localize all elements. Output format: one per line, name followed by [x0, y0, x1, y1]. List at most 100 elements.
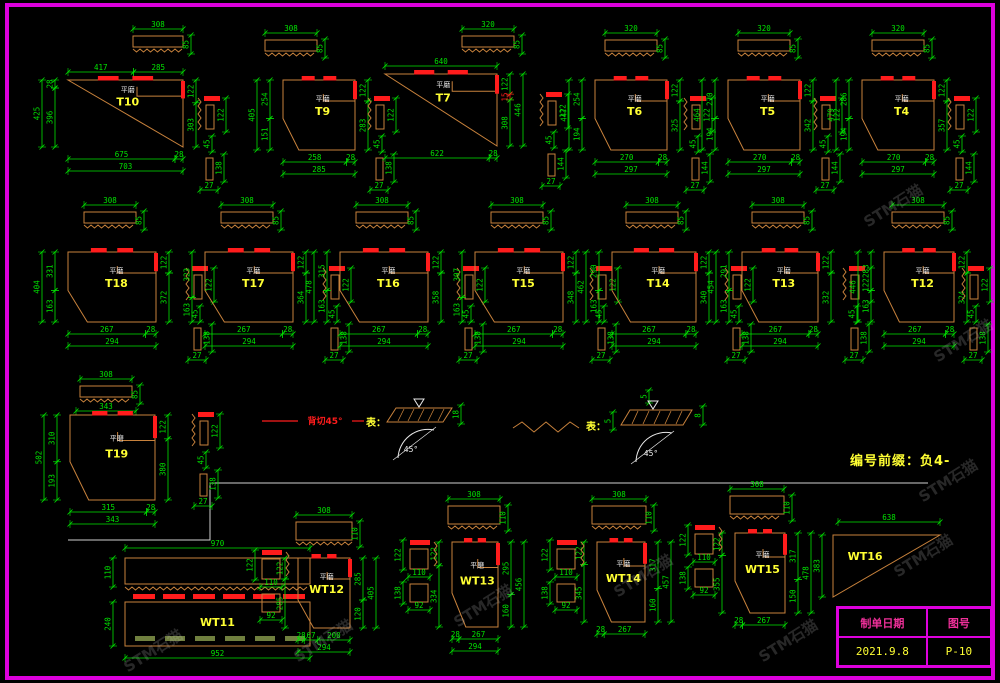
dim-label: 122: [501, 77, 510, 91]
red-edge-strip: [561, 253, 565, 271]
dim-label: 122: [432, 256, 441, 270]
dim-label: 28: [658, 153, 668, 162]
zigzag-edge: [448, 526, 497, 529]
hatch-strip: [296, 522, 352, 540]
dim-label: 28: [809, 325, 819, 334]
panel-id-label: T4: [894, 105, 910, 118]
dim-label: 45: [203, 139, 212, 148]
dim-label: 122: [394, 548, 403, 562]
title-date-label: 制单日期: [838, 608, 927, 637]
dim-label: 28: [489, 149, 499, 158]
red-edge-strip: [694, 253, 698, 271]
dim-label: 703: [119, 162, 133, 171]
title-sheet-value: P-10: [927, 637, 991, 666]
red-strip: [820, 96, 836, 101]
side-piece: [194, 328, 201, 350]
dim-label: 357: [938, 119, 947, 133]
side-piece: [692, 158, 699, 180]
dim-label: 45: [848, 309, 857, 318]
dim-label: 194: [840, 127, 849, 141]
dim-label: 45: [462, 309, 471, 318]
side-piece: [465, 328, 472, 350]
dim-label: 952: [211, 649, 225, 658]
panel-id-label: T17: [242, 277, 265, 290]
dim-label: 447: [560, 108, 569, 122]
side-piece: [822, 158, 829, 180]
dim-label: 622: [430, 149, 444, 158]
dim-label: 122: [342, 278, 351, 292]
dim-label: 122: [609, 278, 618, 292]
red-strip: [464, 538, 472, 543]
dim-label: 294: [647, 337, 661, 346]
squiggle-edge: [843, 268, 846, 300]
panel-id-label: T9: [315, 105, 330, 118]
dim-label: 144: [831, 161, 840, 175]
red-strip: [329, 266, 345, 271]
dim-label: 27: [690, 181, 699, 190]
zigzag-edge: [872, 53, 921, 56]
red-strip: [327, 554, 336, 559]
dim-label: 122: [297, 256, 306, 270]
panel-note: 平磨: [320, 572, 334, 581]
dim-label: 380: [159, 462, 168, 476]
dim-label: 294: [773, 337, 787, 346]
dim-label: 138: [607, 331, 616, 345]
dim-label: 85: [656, 44, 665, 53]
dim-label: 308: [501, 116, 510, 130]
red-strip: [283, 594, 305, 599]
dim-line: [408, 409, 414, 421]
panel-id-label: T16: [377, 277, 400, 290]
dim-label: 122: [205, 278, 214, 292]
red-strip: [389, 248, 405, 253]
red-strip: [198, 412, 214, 417]
dim-label: 110: [559, 568, 573, 577]
dim-label: 45: [953, 139, 962, 148]
panel-id-label: WT11: [200, 616, 235, 629]
title-block: 制单日期 图号 2021.9.8 P-10: [836, 606, 993, 668]
hatch-strip: [605, 40, 657, 51]
dim-label: 27: [954, 181, 963, 190]
dim-label: 163: [318, 299, 327, 313]
dim-label: 122: [567, 256, 576, 270]
dim-label: 294: [242, 337, 256, 346]
dim-label: 122: [744, 278, 753, 292]
red-strip: [223, 594, 245, 599]
dim-line: [654, 411, 660, 424]
dim-label: 85: [803, 216, 812, 225]
dim-label: 122: [679, 533, 688, 547]
dim-label: 308: [103, 196, 117, 205]
red-strip: [748, 529, 757, 534]
zigzag-edge: [133, 49, 182, 52]
dim-label: 294: [912, 337, 926, 346]
dim-label: 122: [476, 278, 485, 292]
dim-label: 160: [649, 598, 658, 612]
zigzag-edge: [626, 225, 675, 228]
dim-label: 270: [887, 153, 901, 162]
dim-label: 27: [849, 351, 858, 360]
dim-label: 446: [514, 103, 523, 117]
dim-label: 122: [187, 85, 196, 99]
panel-id-label: T12: [911, 277, 934, 290]
dim-label: 267: [908, 325, 922, 334]
dim-label: 348: [567, 290, 576, 304]
dim-label: 122: [246, 558, 255, 572]
red-strip: [323, 76, 336, 81]
dim-label: 138: [209, 477, 218, 491]
red-edge-strip: [816, 253, 820, 271]
panel-id-label: T15: [512, 277, 535, 290]
dim-label: 28: [146, 325, 156, 334]
dim-label: 425: [33, 107, 42, 121]
drawing-area: 30885平磨T10417285283964251223036752870312…: [0, 0, 1000, 683]
side-piece: [970, 328, 977, 350]
red-edge-strip: [495, 75, 499, 94]
red-strip: [546, 92, 562, 97]
dim-label: 67: [306, 631, 315, 640]
side-piece: [548, 154, 555, 176]
dim-label: 254: [573, 92, 582, 106]
dim-label: 85: [677, 216, 686, 225]
dim-label: 110: [645, 511, 654, 525]
dim-label: 138: [679, 571, 688, 585]
dim-label: 479: [827, 108, 836, 122]
hatch-strip: [221, 212, 273, 223]
red-strip: [690, 96, 706, 101]
